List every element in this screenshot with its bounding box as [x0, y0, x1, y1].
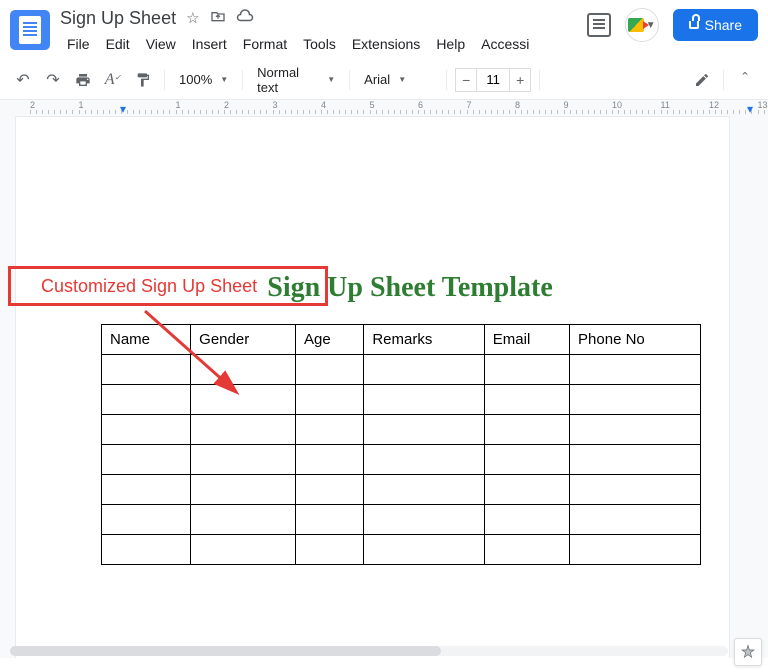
- table-header-cell[interactable]: Email: [484, 325, 569, 355]
- table-cell[interactable]: [296, 505, 364, 535]
- table-row[interactable]: [102, 415, 701, 445]
- table-cell[interactable]: [191, 505, 296, 535]
- table-cell[interactable]: [364, 475, 484, 505]
- spellcheck-icon[interactable]: A✓: [100, 67, 126, 93]
- table-row[interactable]: [102, 535, 701, 565]
- print-icon[interactable]: [70, 67, 96, 93]
- menu-accessibility[interactable]: Accessi: [474, 32, 536, 56]
- table-cell[interactable]: [191, 355, 296, 385]
- table-cell[interactable]: [484, 415, 569, 445]
- table-cell[interactable]: [484, 475, 569, 505]
- table-cell[interactable]: [570, 505, 701, 535]
- font-select[interactable]: Arial▼: [358, 68, 438, 91]
- table-cell[interactable]: [484, 355, 569, 385]
- table-cell[interactable]: [102, 445, 191, 475]
- table-cell[interactable]: [570, 385, 701, 415]
- table-row[interactable]: [102, 445, 701, 475]
- menu-file[interactable]: File: [60, 32, 97, 56]
- table-cell[interactable]: [296, 355, 364, 385]
- toolbar: ↶ ↷ A✓ 100%▼ Normal text▼ Arial▼ − 11 + …: [0, 60, 768, 100]
- document-canvas[interactable]: Customized Sign Up Sheet Sign Up Sheet T…: [0, 116, 768, 658]
- table-cell[interactable]: [570, 355, 701, 385]
- table-cell[interactable]: [102, 385, 191, 415]
- move-icon[interactable]: [210, 8, 226, 28]
- horizontal-scrollbar[interactable]: [10, 646, 728, 656]
- menu-tools[interactable]: Tools: [296, 32, 343, 56]
- table-cell[interactable]: [484, 535, 569, 565]
- table-cell[interactable]: [191, 535, 296, 565]
- table-row[interactable]: [102, 475, 701, 505]
- table-cell[interactable]: [296, 475, 364, 505]
- table-cell[interactable]: [570, 535, 701, 565]
- document-heading[interactable]: Sign Up Sheet Template: [101, 272, 719, 304]
- table-header-cell[interactable]: Remarks: [364, 325, 484, 355]
- star-icon[interactable]: ☆: [186, 9, 199, 27]
- table-cell[interactable]: [570, 475, 701, 505]
- share-label: Share: [705, 17, 742, 33]
- paint-format-icon[interactable]: [130, 67, 156, 93]
- share-button[interactable]: Share: [673, 9, 758, 41]
- table-header-cell[interactable]: Phone No: [570, 325, 701, 355]
- table-cell[interactable]: [484, 445, 569, 475]
- table-cell[interactable]: [296, 415, 364, 445]
- table-cell[interactable]: [364, 445, 484, 475]
- meet-icon[interactable]: ▼: [625, 8, 659, 42]
- table-cell[interactable]: [102, 535, 191, 565]
- table-row[interactable]: [102, 505, 701, 535]
- menu-help[interactable]: Help: [429, 32, 472, 56]
- font-size-value[interactable]: 11: [477, 68, 509, 92]
- undo-icon[interactable]: ↶: [10, 67, 36, 93]
- table-cell[interactable]: [364, 505, 484, 535]
- redo-icon[interactable]: ↷: [40, 67, 66, 93]
- table-cell[interactable]: [296, 445, 364, 475]
- explore-button[interactable]: [734, 638, 762, 666]
- table-cell[interactable]: [296, 535, 364, 565]
- menu-insert[interactable]: Insert: [185, 32, 234, 56]
- table-cell[interactable]: [484, 385, 569, 415]
- table-cell[interactable]: [296, 385, 364, 415]
- table-cell[interactable]: [364, 535, 484, 565]
- menu-extensions[interactable]: Extensions: [345, 32, 427, 56]
- table-row[interactable]: [102, 355, 701, 385]
- toolbar-expand-icon[interactable]: ˆ: [732, 67, 758, 93]
- table-cell[interactable]: [191, 475, 296, 505]
- table-cell[interactable]: [102, 415, 191, 445]
- menu-format[interactable]: Format: [236, 32, 294, 56]
- document-title[interactable]: Sign Up Sheet: [60, 8, 176, 29]
- table-header-cell[interactable]: Age: [296, 325, 364, 355]
- table-cell[interactable]: [191, 415, 296, 445]
- table-header-cell[interactable]: Gender: [191, 325, 296, 355]
- table-cell[interactable]: [364, 415, 484, 445]
- zoom-select[interactable]: 100%▼: [173, 68, 234, 91]
- table-cell[interactable]: [364, 355, 484, 385]
- signup-table[interactable]: NameGenderAgeRemarksEmailPhone No: [101, 324, 701, 565]
- menu-view[interactable]: View: [139, 32, 183, 56]
- table-cell[interactable]: [570, 415, 701, 445]
- table-cell[interactable]: [102, 355, 191, 385]
- ruler-indent-right-icon[interactable]: ▾: [747, 102, 753, 116]
- table-cell[interactable]: [102, 475, 191, 505]
- style-select[interactable]: Normal text▼: [251, 61, 341, 99]
- edit-mode-icon[interactable]: [689, 67, 715, 93]
- cloud-status-icon[interactable]: [236, 9, 254, 27]
- table-cell[interactable]: [102, 505, 191, 535]
- ruler-indent-left-icon[interactable]: ▾: [120, 102, 126, 116]
- table-cell[interactable]: [191, 445, 296, 475]
- comments-icon[interactable]: [587, 13, 611, 37]
- table-cell[interactable]: [364, 385, 484, 415]
- menu-edit[interactable]: Edit: [99, 32, 137, 56]
- font-size-decrease[interactable]: −: [455, 68, 477, 92]
- font-size-increase[interactable]: +: [509, 68, 531, 92]
- table-cell[interactable]: [191, 385, 296, 415]
- lock-icon: [689, 21, 699, 29]
- docs-logo[interactable]: [10, 10, 50, 50]
- page[interactable]: Sign Up Sheet Template NameGenderAgeRema…: [15, 116, 730, 658]
- ruler[interactable]: 211234567891011121314151617 ▾ ▾: [0, 100, 768, 116]
- table-cell[interactable]: [570, 445, 701, 475]
- table-row[interactable]: [102, 385, 701, 415]
- table-cell[interactable]: [484, 505, 569, 535]
- table-header-cell[interactable]: Name: [102, 325, 191, 355]
